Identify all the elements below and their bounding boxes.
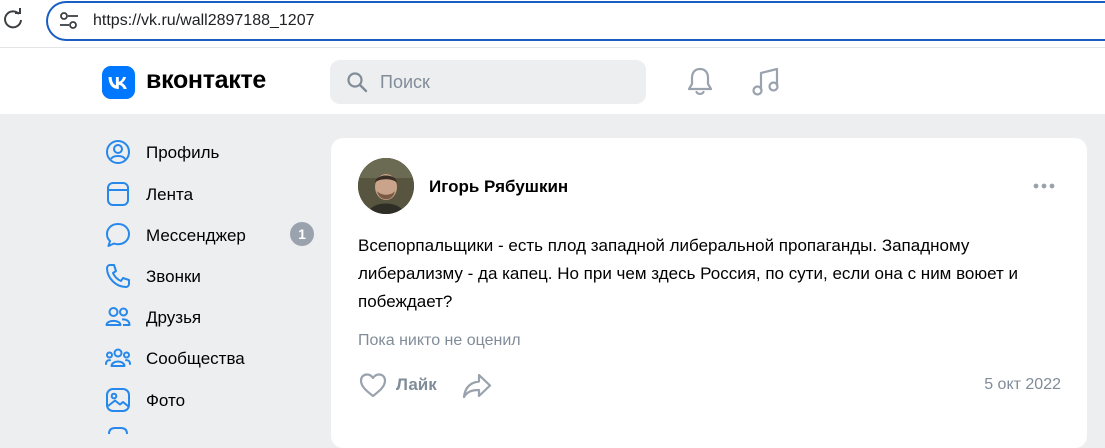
sidebar-item-profile[interactable]: Профиль (104, 138, 318, 166)
search-box[interactable]: Поиск (330, 60, 646, 104)
avatar[interactable] (358, 158, 414, 214)
sidebar-item-friends[interactable]: Друзья (104, 303, 318, 331)
sidebar-item-communities[interactable]: Сообщества (104, 344, 318, 372)
address-url: https://vk.ru/wall2897188_1207 (93, 12, 315, 29)
chat-bubble-icon (106, 223, 130, 247)
communities-icon (105, 348, 131, 367)
likes-status: Пока никто не оценил (358, 332, 521, 349)
search-placeholder: Поиск (380, 72, 430, 92)
post-text: Всепорпальщики - есть плод западной либе… (358, 236, 1019, 311)
search-icon (347, 72, 368, 93)
browser-toolbar: https://vk.ru/wall2897188_1207 (0, 0, 1105, 48)
sidebar-item-calls[interactable]: Звонки (104, 262, 318, 290)
sidebar-item-label: Звонки (146, 267, 201, 286)
sidebar-next-item-icon (108, 427, 128, 434)
like-button[interactable]: Лайк (358, 371, 448, 401)
post-author-name[interactable]: Игорь Рябушкин (429, 177, 568, 197)
address-bar[interactable]: https://vk.ru/wall2897188_1207 (46, 1, 1105, 41)
sidebar-item-photos[interactable]: Фото (104, 386, 318, 414)
photo-icon (106, 388, 130, 412)
sidebar-item-messenger[interactable]: Мессенджер 1 (104, 221, 318, 249)
site-logo-text[interactable]: вконтакте (146, 66, 266, 95)
user-circle-icon (106, 140, 130, 164)
sidebar-item-label: Лента (146, 185, 194, 204)
post-card: Игорь Рябушкин Всепорпальщики - есть пло… (331, 138, 1087, 448)
sidebar-item-label: Сообщества (146, 349, 245, 368)
post-date[interactable]: 5 окт 2022 (984, 376, 1061, 394)
sidebar-item-label: Друзья (146, 308, 202, 327)
vk-logo-icon[interactable] (102, 66, 135, 99)
sidebar-item-label: Фото (146, 391, 186, 410)
site-settings-icon[interactable] (58, 11, 80, 31)
notifications-bell-icon[interactable] (685, 66, 715, 98)
sidebar-item-news[interactable]: Лента (104, 180, 318, 208)
phone-icon (106, 264, 130, 288)
unread-count-badge: 1 (290, 222, 314, 246)
reload-icon[interactable] (2, 8, 24, 30)
sidebar-item-label: Профиль (146, 143, 220, 162)
more-options-icon[interactable] (1031, 176, 1057, 196)
sidebar-item-label: Мессенджер (146, 226, 246, 245)
like-label: Лайк (396, 375, 437, 394)
heart-icon (359, 373, 387, 398)
share-icon[interactable] (461, 371, 493, 401)
friends-icon (105, 307, 131, 326)
newsfeed-icon (107, 182, 129, 206)
music-note-icon[interactable] (750, 66, 782, 98)
